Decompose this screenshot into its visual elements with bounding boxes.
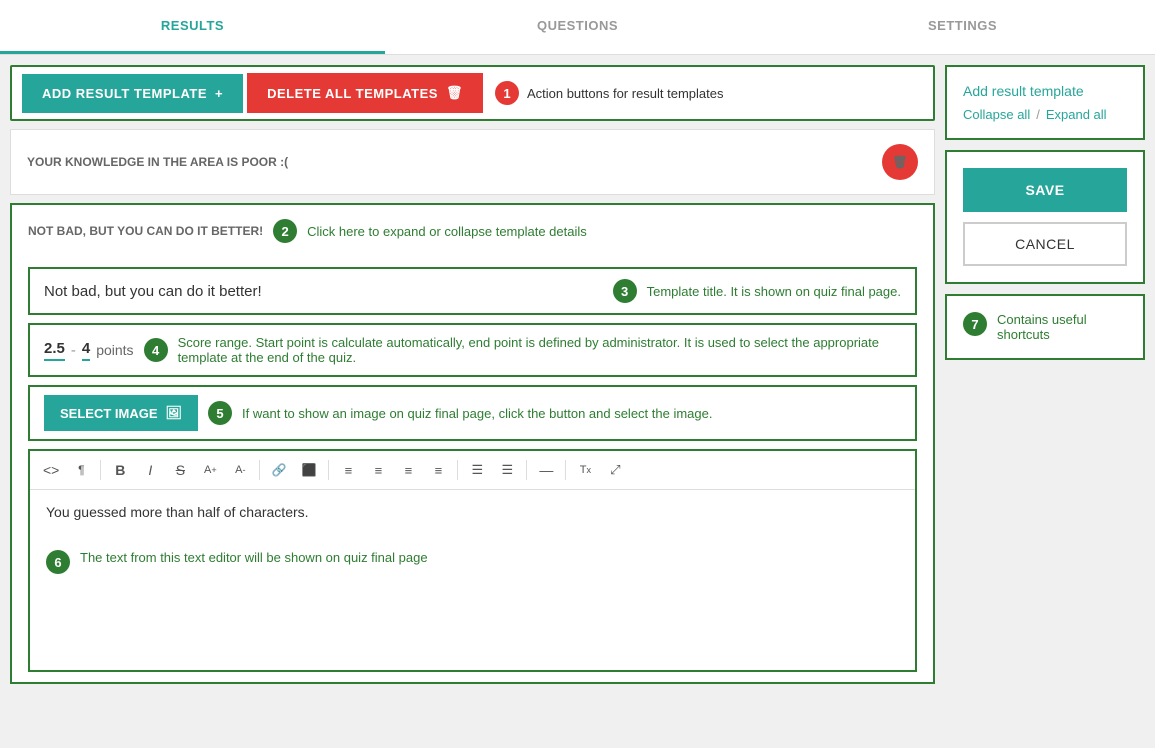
toolbar-separator-3 — [328, 460, 329, 480]
shortcut-separator-text: / — [1036, 107, 1040, 122]
toolbar-code-button[interactable]: <> — [38, 457, 64, 483]
toolbar-separator-1 — [100, 460, 101, 480]
toolbar-fullscreen-button[interactable]: ⤢ — [602, 457, 628, 483]
toolbar-ordered-list-button[interactable]: ☰ — [494, 457, 520, 483]
delete-template-poor-button[interactable]: 🗑 — [882, 144, 918, 180]
toolbar-separator-6 — [565, 460, 566, 480]
add-result-template-button[interactable]: ADD RESULT TEMPLATE + — [22, 74, 243, 113]
editor-body[interactable]: You guessed more than half of characters… — [30, 490, 915, 670]
score-dash: - — [71, 342, 76, 359]
action-buttons-bar: ADD RESULT TEMPLATE + DELETE ALL TEMPLAT… — [10, 65, 935, 121]
hint-badge: 7 — [963, 312, 987, 336]
toolbar-link-button[interactable]: 🔗 — [266, 457, 292, 483]
toolbar-bold-button[interactable]: B — [107, 457, 133, 483]
title-field-description: Template title. It is shown on quiz fina… — [647, 284, 901, 299]
image-field-description: If want to show an image on quiz final p… — [242, 406, 712, 421]
score-end: 4 — [82, 340, 90, 361]
toolbar-bullet-list-button[interactable]: ☰ — [464, 457, 490, 483]
toolbar-separator-2 — [259, 460, 260, 480]
template-poor-label: YOUR KNOWLEDGE IN THE AREA IS POOR :( — [27, 155, 288, 169]
tab-results[interactable]: RESULTS — [0, 0, 385, 54]
editor-description: The text from this text editor will be s… — [80, 550, 428, 565]
template-header-row[interactable]: NOT BAD, BUT YOU CAN DO IT BETTER! 2 Cli… — [12, 205, 933, 257]
hint-box: 7 Contains useful shortcuts — [945, 294, 1145, 360]
image-field-badge: 5 — [208, 401, 232, 425]
delete-all-templates-button[interactable]: DELETE ALL TEMPLATES 🗑 — [247, 73, 483, 113]
delete-all-label: DELETE ALL TEMPLATES — [267, 86, 438, 101]
toolbar-align-right-button[interactable]: ≡ — [395, 457, 421, 483]
actions-box: SAVE CANCEL — [945, 150, 1145, 284]
toolbar-align-center-button[interactable]: ≡ — [365, 457, 391, 483]
template-details: Not bad, but you can do it better! 3 Tem… — [12, 257, 933, 682]
cancel-button[interactable]: CANCEL — [963, 222, 1127, 266]
template-title-value: Not bad, but you can do it better! — [44, 283, 603, 300]
score-field-badge: 4 — [144, 338, 168, 362]
collapse-all-link[interactable]: Collapse all — [963, 107, 1030, 122]
toolbar-clear-format-button[interactable]: Tx — [572, 457, 598, 483]
select-image-label: SELECT IMAGE — [60, 406, 158, 421]
action-bar-badge: 1 — [495, 81, 519, 105]
editor-content: You guessed more than half of characters… — [46, 504, 899, 520]
template-expanded: NOT BAD, BUT YOU CAN DO IT BETTER! 2 Cli… — [10, 203, 935, 684]
right-panel: Add result template Collapse all / Expan… — [945, 65, 1145, 738]
toolbar-strikethrough-button[interactable]: S — [167, 457, 193, 483]
left-panel: ADD RESULT TEMPLATE + DELETE ALL TEMPLAT… — [10, 65, 935, 738]
toolbar-separator-4 — [457, 460, 458, 480]
template-expanded-description: Click here to expand or collapse templat… — [307, 224, 587, 239]
toolbar-align-left-button[interactable]: ≡ — [335, 457, 361, 483]
toolbar-italic-button[interactable]: I — [137, 457, 163, 483]
template-row-poor: YOUR KNOWLEDGE IN THE AREA IS POOR :( 🗑 — [10, 129, 935, 195]
toolbar-image-button[interactable]: ⬛ — [296, 457, 322, 483]
template-expanded-label: NOT BAD, BUT YOU CAN DO IT BETTER! — [28, 224, 263, 238]
select-image-button[interactable]: SELECT IMAGE 🖼 — [44, 395, 198, 431]
tab-questions[interactable]: QUESTIONS — [385, 0, 770, 54]
editor-badge: 6 — [46, 550, 70, 574]
shortcut-divider: Collapse all / Expand all — [963, 107, 1127, 122]
add-template-label: ADD RESULT TEMPLATE — [42, 86, 207, 101]
content-area: ADD RESULT TEMPLATE + DELETE ALL TEMPLAT… — [0, 55, 1155, 748]
template-expanded-badge: 2 — [273, 219, 297, 243]
editor-toolbar: <> ¶ B I S A+ A- 🔗 ⬛ ≡ — [30, 451, 915, 490]
save-button[interactable]: SAVE — [963, 168, 1127, 212]
editor-annotation: 6 The text from this text editor will be… — [46, 550, 899, 574]
title-field-badge: 3 — [613, 279, 637, 303]
shortcuts-box: Add result template Collapse all / Expan… — [945, 65, 1145, 140]
score-row: 2.5 - 4 points 4 Score range. Start poin… — [28, 323, 917, 377]
toolbar-superscript-button[interactable]: A+ — [197, 457, 223, 483]
plus-icon: + — [215, 86, 223, 101]
tabs-bar: RESULTS QUESTIONS SETTINGS — [0, 0, 1155, 55]
image-icon: 🖼 — [166, 405, 183, 421]
score-inputs: 2.5 - 4 points — [44, 340, 134, 361]
trash-icon: 🗑 — [446, 85, 463, 101]
main-container: RESULTS QUESTIONS SETTINGS ADD RESULT TE… — [0, 0, 1155, 748]
score-field-description: Score range. Start point is calculate au… — [178, 335, 901, 365]
text-editor: <> ¶ B I S A+ A- 🔗 ⬛ ≡ — [28, 449, 917, 672]
title-row: Not bad, but you can do it better! 3 Tem… — [28, 267, 917, 315]
image-row: SELECT IMAGE 🖼 5 If want to show an imag… — [28, 385, 917, 441]
tab-settings[interactable]: SETTINGS — [770, 0, 1155, 54]
toolbar-justify-button[interactable]: ≡ — [425, 457, 451, 483]
toolbar-separator-5 — [526, 460, 527, 480]
score-start: 2.5 — [44, 340, 65, 361]
toolbar-hr-button[interactable]: — — [533, 457, 559, 483]
expand-all-link[interactable]: Expand all — [1046, 107, 1107, 122]
trash-icon-poor: 🗑 — [892, 155, 907, 169]
add-result-template-link[interactable]: Add result template — [963, 83, 1127, 99]
toolbar-subscript-button[interactable]: A- — [227, 457, 253, 483]
hint-text: Contains useful shortcuts — [997, 312, 1127, 342]
toolbar-paragraph-button[interactable]: ¶ — [68, 457, 94, 483]
score-label: points — [96, 342, 133, 358]
action-bar-description: Action buttons for result templates — [527, 86, 724, 101]
